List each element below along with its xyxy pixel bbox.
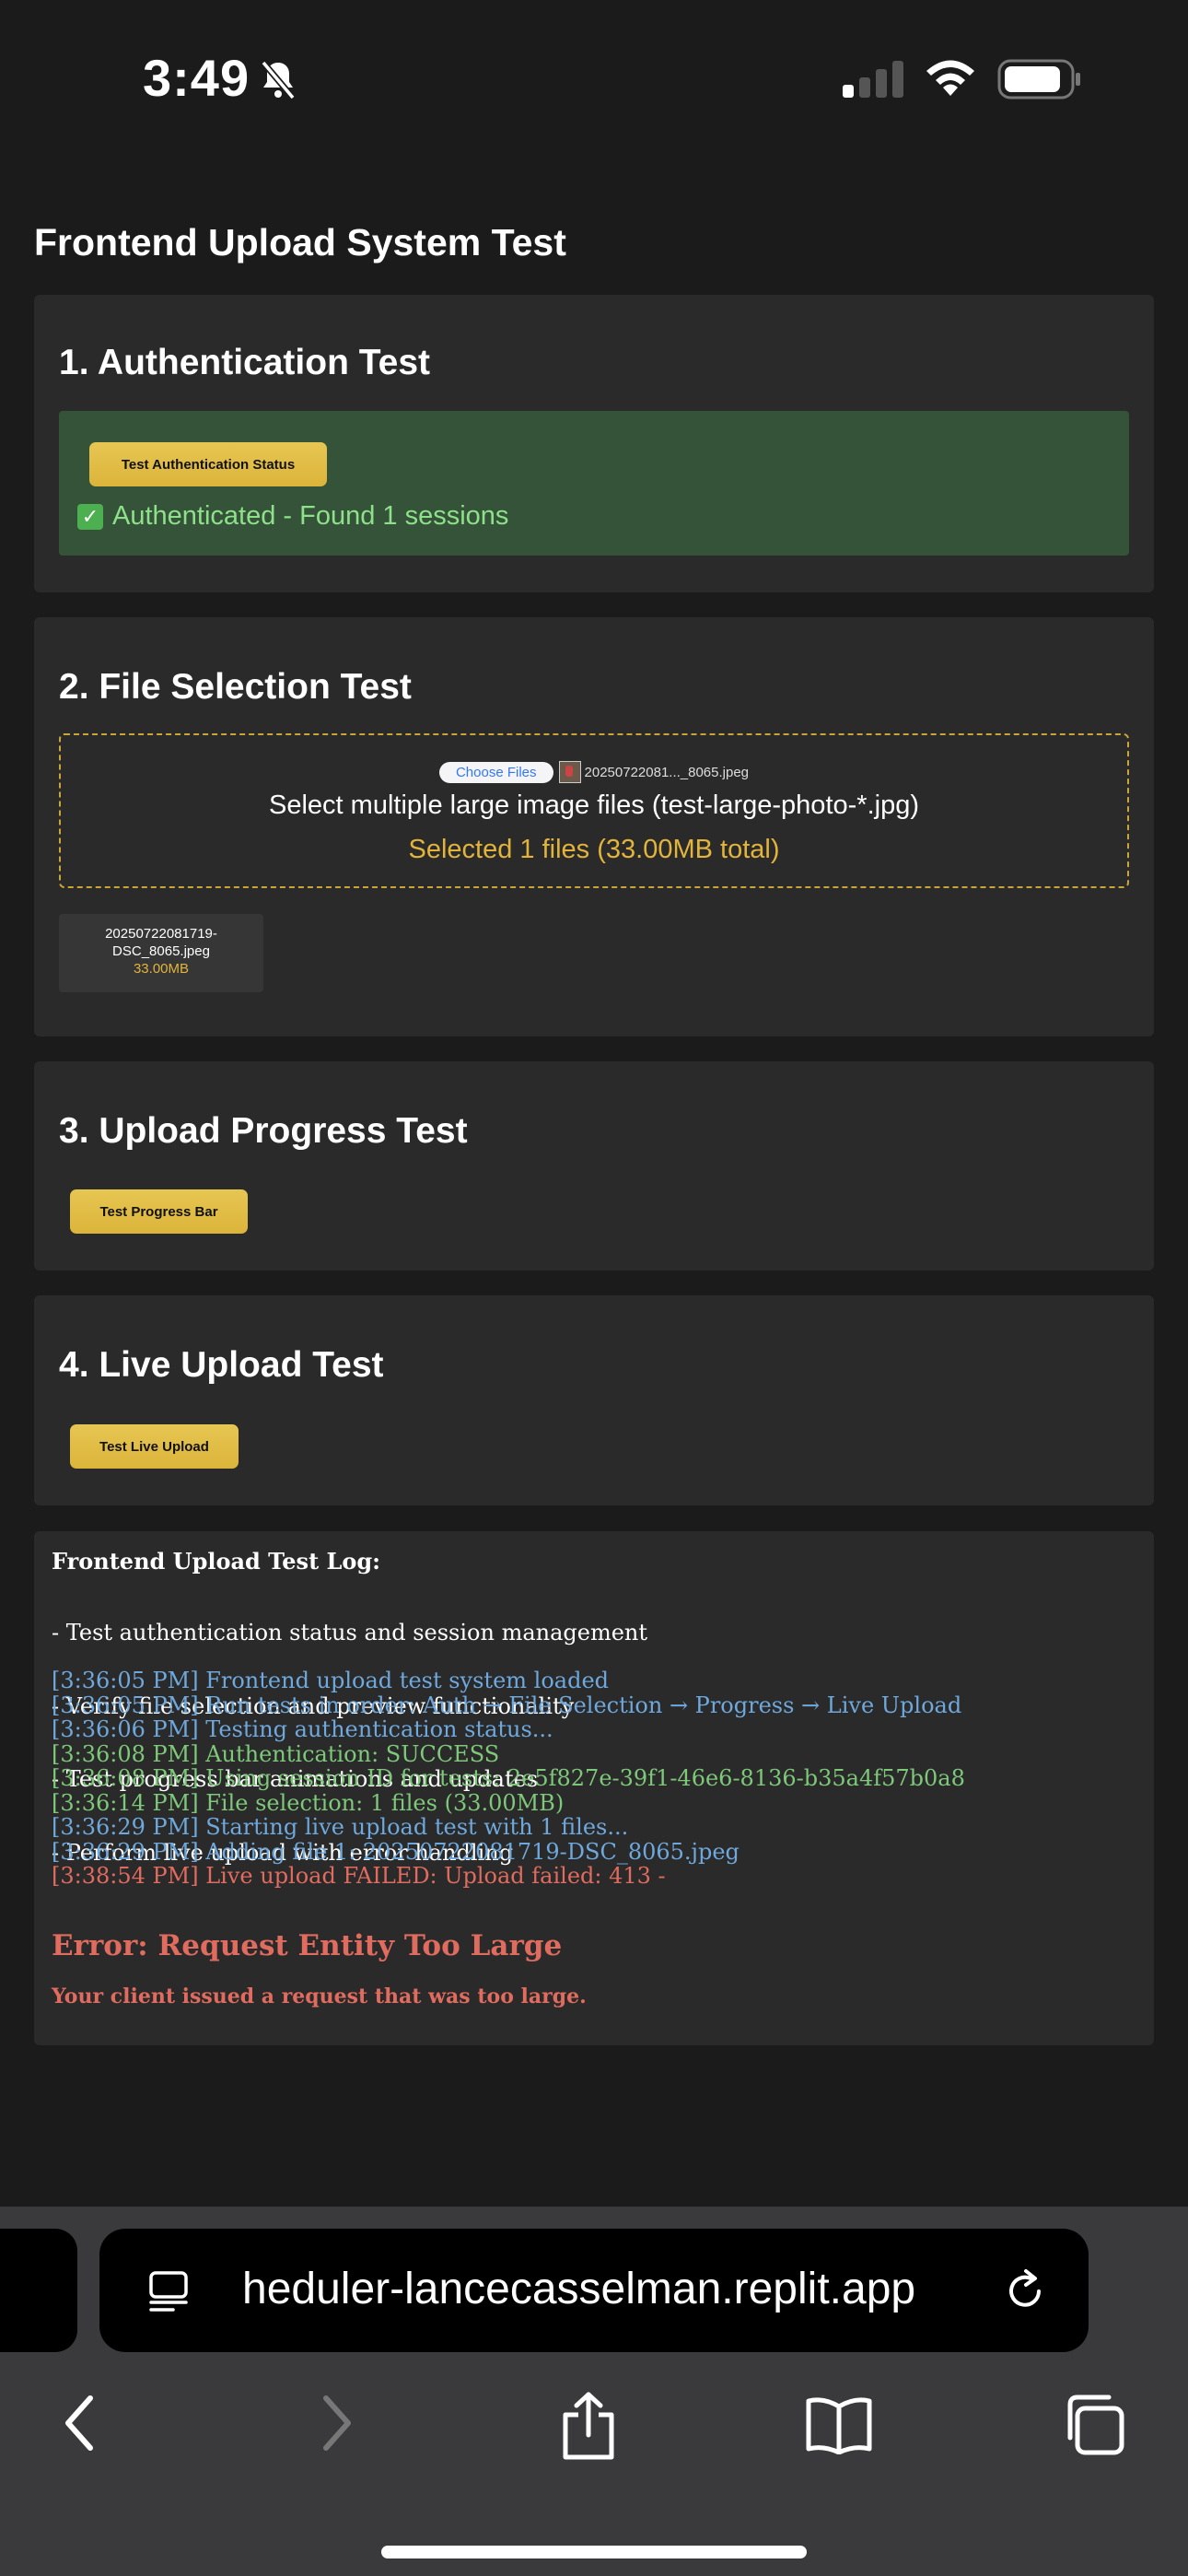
test-live-upload-button[interactable]: Test Live Upload	[70, 1424, 239, 1469]
upload-progress-card: 3. Upload Progress Test Test Progress Ba…	[34, 1061, 1154, 1270]
drop-zone-instructions: Select multiple large image files (test-…	[269, 790, 919, 820]
log-entry: [3:36:29 PM] Starting live upload test w…	[52, 1814, 629, 1840]
log-entry: [3:36:08 PM] Using session ID for tests:…	[52, 1765, 965, 1791]
file-selection-card: 2. File Selection Test Choose Files 2025…	[34, 617, 1154, 1036]
file-preview-size: 33.00MB	[133, 961, 190, 977]
live-upload-heading: 4. Live Upload Test	[59, 1345, 384, 1385]
battery-icon	[997, 59, 1080, 100]
log-title: Frontend Upload Test Log:	[52, 1548, 381, 1575]
check-mark-icon: ✓	[77, 503, 103, 530]
auth-status-text: Authenticated - Found 1 sessions	[112, 501, 509, 531]
back-arrow-icon[interactable]	[59, 2391, 99, 2455]
browser-chrome: heduler-lancecasselman.replit.app	[0, 2207, 1188, 2576]
live-upload-card: 4. Live Upload Test Test Live Upload	[34, 1295, 1154, 1505]
silent-bell-icon	[261, 60, 296, 100]
chosen-file-name: 20250722081..._8065.jpeg	[584, 764, 750, 780]
cellular-signal-icon	[843, 61, 903, 98]
previous-tab-preview[interactable]	[0, 2229, 77, 2352]
auth-heading: 1. Authentication Test	[59, 343, 431, 382]
file-preview-card: 20250722081719- DSC_8065.jpeg 33.00MB	[59, 914, 263, 992]
selected-files-summary: Selected 1 files (33.00MB total)	[408, 835, 780, 864]
log-entry: [3:36:05 PM] Run tests in order: Auth → …	[52, 1692, 962, 1718]
log-entry: [3:36:05 PM] Frontend upload test system…	[52, 1668, 610, 1693]
log-entries: [3:36:05 PM] Frontend upload test system…	[52, 1669, 1138, 1889]
file-drop-zone[interactable]: Choose Files 20250722081..._8065.jpeg Se…	[59, 733, 1129, 888]
page-title: Frontend Upload System Test	[34, 221, 566, 263]
test-auth-button[interactable]: Test Authentication Status	[89, 442, 327, 486]
forward-arrow-icon[interactable]	[317, 2391, 357, 2455]
log-intro-line: - Test authentication status and session…	[52, 1620, 648, 1645]
log-entry: [3:36:14 PM] File selection: 1 files (33…	[52, 1789, 565, 1816]
test-progress-bar-button[interactable]: Test Progress Bar	[70, 1189, 248, 1234]
file-input[interactable]: Choose Files 20250722081..._8065.jpeg	[61, 761, 1127, 783]
log-entry: [3:36:06 PM] Testing authentication stat…	[52, 1716, 553, 1742]
page-menu-icon[interactable]	[146, 2267, 192, 2313]
bookmarks-icon[interactable]	[805, 2395, 873, 2454]
share-icon[interactable]	[558, 2391, 619, 2461]
wifi-icon	[926, 60, 974, 96]
file-selection-heading: 2. File Selection Test	[59, 667, 412, 707]
image-thumbnail-icon	[558, 761, 581, 783]
choose-files-button[interactable]: Choose Files	[438, 761, 553, 783]
url-text[interactable]: heduler-lancecasselman.replit.app	[242, 2264, 915, 2314]
auth-test-card: 1. Authentication Test Test Authenticati…	[34, 295, 1154, 592]
auth-result-panel: Test Authentication Status ✓ Authenticat…	[59, 411, 1129, 556]
address-bar[interactable]: heduler-lancecasselman.replit.app	[99, 2229, 1089, 2352]
tabs-icon[interactable]	[1061, 2394, 1127, 2458]
auth-status: ✓ Authenticated - Found 1 sessions	[77, 501, 508, 532]
log-entry: [3:36:08 PM] Authentication: SUCCESS	[52, 1740, 500, 1767]
error-message: Your client issued a request that was to…	[52, 1985, 587, 2008]
home-indicator	[381, 2546, 807, 2558]
reload-icon[interactable]	[1002, 2267, 1048, 2313]
status-time: 3:49	[143, 49, 250, 107]
test-log-panel: Frontend Upload Test Log: - Test authent…	[34, 1531, 1154, 2045]
upload-progress-heading: 3. Upload Progress Test	[59, 1111, 468, 1151]
error-title: Error: Request Entity Too Large	[52, 1929, 563, 1962]
log-entry: [3:36:29 PM] Adding file 1: 202507220817…	[52, 1838, 740, 1865]
log-entry: [3:38:54 PM] Live upload FAILED: Upload …	[52, 1863, 666, 1889]
file-preview-name-line2: DSC_8065.jpeg	[112, 943, 210, 959]
status-bar: 3:49	[0, 0, 1188, 161]
file-preview-name-line1: 20250722081719-	[105, 926, 217, 942]
